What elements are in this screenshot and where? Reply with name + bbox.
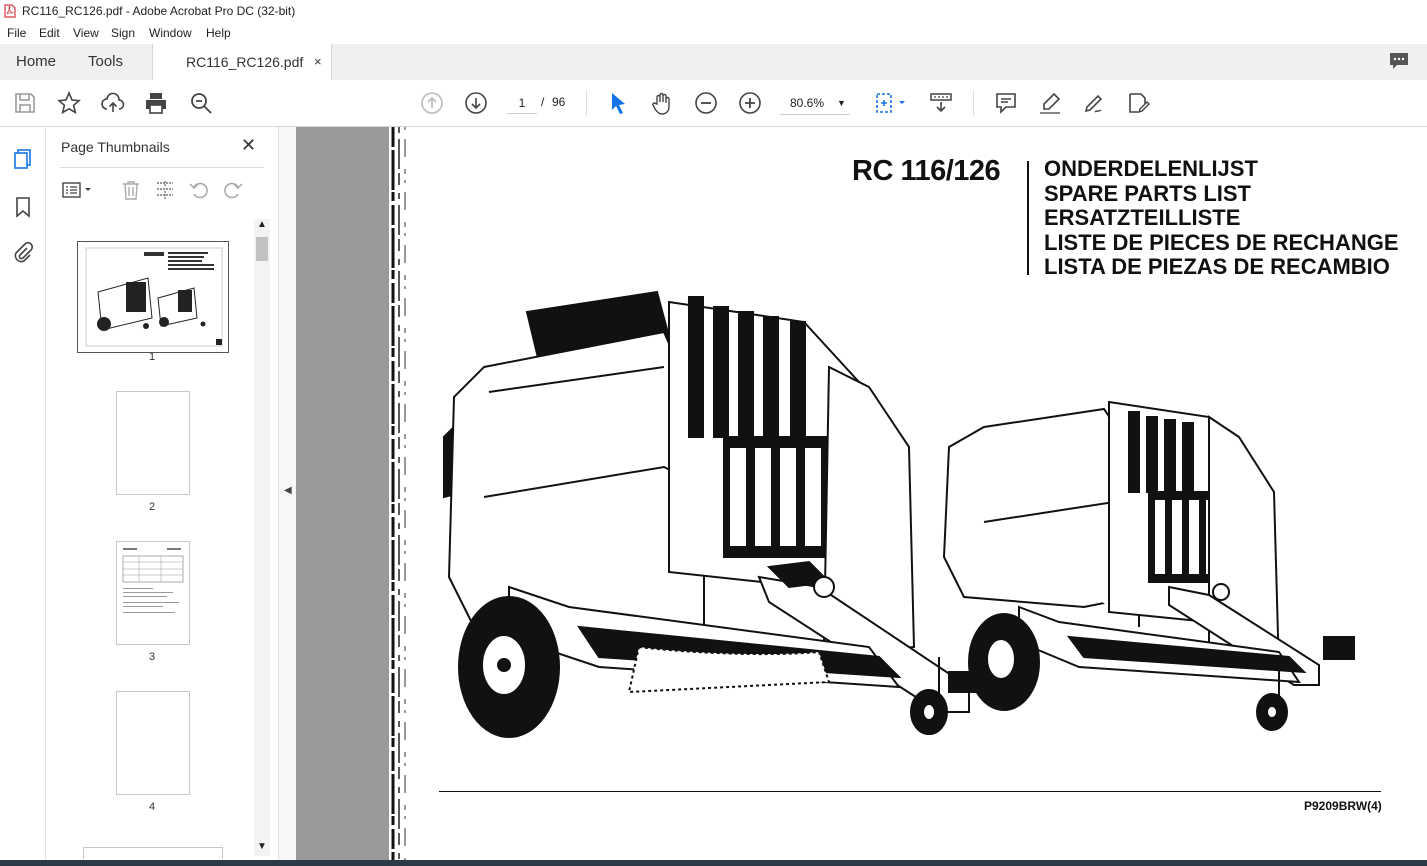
- rotate-right-icon[interactable]: [222, 179, 244, 201]
- title-dutch: ONDERDELENLIJST: [1044, 156, 1258, 181]
- tab-home[interactable]: Home: [16, 44, 56, 80]
- scan-edge-artifact: [391, 127, 406, 860]
- thumbnail-list: 1 2 3 4: [46, 219, 256, 859]
- main-toolbar: 1 / 96 80.6% ▼: [0, 80, 1427, 127]
- panel-title: Page Thumbnails: [61, 139, 170, 155]
- attachment-paperclip-icon[interactable]: [12, 241, 34, 264]
- previous-page-icon[interactable]: [420, 91, 444, 115]
- panel-close-icon[interactable]: ✕: [241, 135, 256, 156]
- fill-sign-icon[interactable]: [1126, 91, 1150, 115]
- pdf-page: RC 116/126 ONDERDELENLIJST SPARE PARTS L…: [389, 127, 1427, 860]
- title-german: ERSATZTEILLISTE: [1044, 205, 1241, 230]
- draw-sign-icon[interactable]: [1082, 91, 1106, 115]
- title-english: SPARE PARTS LIST: [1044, 180, 1251, 206]
- zoom-out-icon[interactable]: [694, 91, 718, 115]
- page-thumbnails-panel: Page Thumbnails ✕ 1 2 3 4: [46, 127, 278, 860]
- title-french: LISTE DE PIECES DE RECHANGE: [1044, 229, 1399, 255]
- document-canvas[interactable]: RC 116/126 ONDERDELENLIJST SPARE PARTS L…: [296, 127, 1427, 860]
- zoom-in-icon[interactable]: [738, 91, 762, 115]
- thumbnail-page-4[interactable]: [116, 691, 190, 795]
- page-bottom-rule: [439, 791, 1381, 792]
- zoom-level-dropdown[interactable]: 80.6% ▼: [780, 92, 850, 115]
- thumbnail-cover-image: [85, 247, 223, 347]
- baler-illustration: [443, 290, 1355, 738]
- window-title: RC116_RC126.pdf - Adobe Acrobat Pro DC (…: [22, 4, 296, 18]
- scroll-up-icon[interactable]: ▲: [257, 219, 267, 230]
- rotate-left-icon[interactable]: [188, 179, 210, 201]
- page-separator: /: [541, 95, 545, 109]
- thumbnail-scrollbar[interactable]: ▲ ▼: [254, 219, 270, 856]
- thumbnail-options-icon[interactable]: [62, 179, 96, 201]
- comment-icon[interactable]: [994, 91, 1018, 115]
- thumbnail-page-2[interactable]: [116, 391, 190, 495]
- print-icon[interactable]: [144, 91, 168, 115]
- collapse-panel-icon[interactable]: ◀: [284, 485, 292, 496]
- thumbnail-number: 3: [148, 651, 156, 663]
- delete-page-icon[interactable]: [120, 179, 142, 201]
- scroll-down-icon[interactable]: ▼: [257, 841, 267, 852]
- select-cursor-icon[interactable]: [606, 91, 630, 115]
- acrobat-app-icon: [4, 4, 16, 18]
- zoom-value: 80.6%: [790, 96, 825, 110]
- insert-page-icon[interactable]: [154, 179, 176, 201]
- menu-view[interactable]: View: [73, 26, 99, 40]
- page-thumbnails-icon[interactable]: [12, 148, 34, 170]
- scroll-mode-icon[interactable]: [929, 91, 953, 115]
- title-list: ONDERDELENLIJST SPARE PARTS LIST ERSATZT…: [1044, 156, 1399, 280]
- thumbnail-number: 2: [148, 501, 156, 513]
- taskbar-strip: [0, 860, 1427, 866]
- cloud-upload-icon[interactable]: [101, 91, 125, 115]
- thumbnail-page-3[interactable]: [116, 541, 190, 645]
- star-bookmark-icon[interactable]: [57, 90, 81, 115]
- panel-divider: [60, 167, 264, 168]
- menu-file[interactable]: File: [7, 26, 26, 40]
- left-navigation-rail: [0, 127, 46, 866]
- thumbnail-page-5[interactable]: [83, 847, 223, 859]
- next-page-icon[interactable]: [464, 91, 488, 115]
- document-code: P9209BRW(4): [1304, 799, 1382, 813]
- menu-edit[interactable]: Edit: [39, 26, 60, 40]
- menu-sign[interactable]: Sign: [111, 26, 135, 40]
- thumbnail-number: 4: [148, 801, 156, 813]
- scrollbar-thumb[interactable]: [256, 237, 268, 261]
- panel-splitter[interactable]: ◀: [278, 127, 297, 860]
- thumbnail-page-1[interactable]: [77, 241, 229, 353]
- menu-bar: File Edit View Sign Window Help: [0, 22, 1427, 44]
- toolbar-divider: [586, 90, 587, 116]
- chevron-down-icon: ▼: [837, 98, 846, 108]
- highlight-pen-icon[interactable]: [1038, 91, 1062, 115]
- save-icon[interactable]: [13, 91, 37, 115]
- tab-document-label: RC116_RC126.pdf: [186, 54, 304, 70]
- title-bar: RC116_RC126.pdf - Adobe Acrobat Pro DC (…: [0, 0, 1427, 22]
- page-number-input[interactable]: 1: [507, 93, 537, 114]
- tab-document[interactable]: RC116_RC126.pdf ×: [152, 44, 332, 81]
- title-divider: [1027, 161, 1029, 275]
- zoom-search-icon[interactable]: [189, 91, 213, 115]
- tab-bar: Home Tools RC116_RC126.pdf ×: [0, 44, 1427, 81]
- model-title: RC 116/126: [852, 155, 1001, 187]
- menu-help[interactable]: Help: [206, 26, 231, 40]
- tab-tools[interactable]: Tools: [88, 44, 123, 80]
- toolbar-divider: [973, 90, 974, 116]
- tab-close-icon[interactable]: ×: [314, 44, 322, 80]
- menu-window[interactable]: Window: [149, 26, 192, 40]
- comment-bubble-icon[interactable]: [1389, 52, 1409, 70]
- hand-pan-icon[interactable]: [650, 91, 674, 115]
- page-total: 96: [552, 95, 566, 109]
- thumbnail-number: 1: [148, 351, 156, 363]
- fit-page-icon[interactable]: [873, 91, 909, 115]
- thumbnail-table-preview: [122, 548, 184, 613]
- bookmark-icon[interactable]: [12, 196, 34, 218]
- title-spanish: LISTA DE PIEZAS DE RECAMBIO: [1044, 254, 1390, 279]
